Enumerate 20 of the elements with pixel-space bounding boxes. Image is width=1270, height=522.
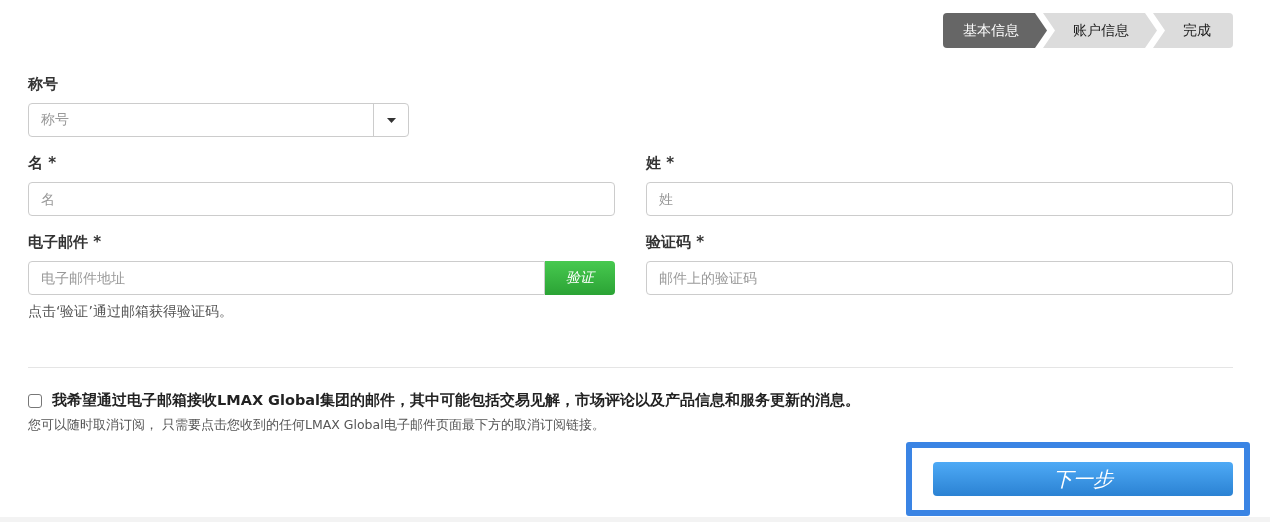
checkbox[interactable] [28, 393, 42, 408]
field-label: 姓 * [646, 154, 676, 174]
field-label: 称号 [28, 75, 59, 95]
step-tab[interactable]: 账户信息 [1043, 13, 1157, 48]
step-tab[interactable]: 基本信息 [943, 13, 1047, 48]
title-select[interactable]: 称号 [28, 103, 409, 137]
input-field[interactable]: 姓 [646, 182, 1233, 216]
unsubscribe-note: 您可以随时取消订阅， 只需要点击您收到的任何LMAX Global电子邮件页面最下方的取消订阅链接。 [28, 417, 606, 434]
input-field[interactable]: 邮件上的验证码 [646, 261, 1233, 295]
next-button[interactable]: 下一步 [933, 462, 1233, 496]
input-field[interactable]: 电子邮件地址 [28, 261, 545, 295]
field-label: 名 * [28, 154, 58, 174]
help-text: 点击‘验证’通过邮箱获得验证码。 [28, 303, 234, 321]
input-field[interactable]: 名 [28, 182, 615, 216]
consent-label: 我希望通过电子邮箱接收LMAX Global集团的邮件，其中可能包括交易见解，市场评论以及产品信息和服务更新的消息。 [52, 391, 861, 410]
caret-icon [386, 117, 396, 123]
field-label: 电子邮件 * [28, 233, 103, 253]
field-label: 验证码 * [646, 233, 706, 253]
step-tab[interactable]: 完成 [1153, 13, 1233, 48]
select-placeholder: 称号 [40, 110, 70, 129]
